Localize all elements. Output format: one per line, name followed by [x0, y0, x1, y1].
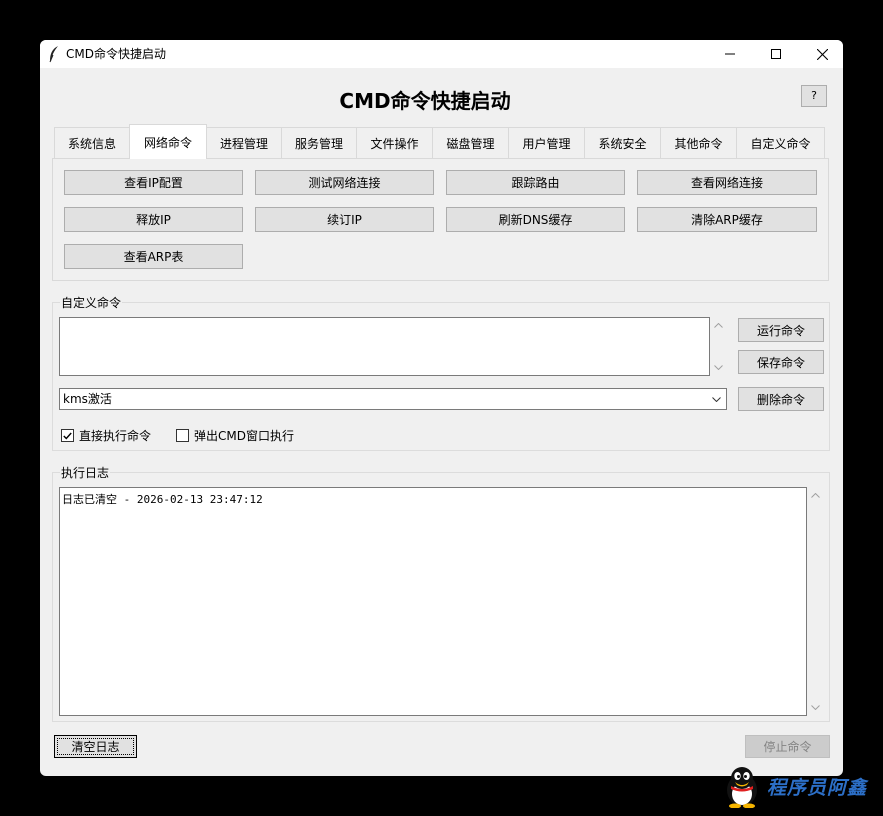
tab-process[interactable]: 进程管理: [206, 127, 282, 158]
renew-ip-button[interactable]: 续订IP: [255, 207, 434, 232]
tab-service[interactable]: 服务管理: [281, 127, 357, 158]
clear-arp-button[interactable]: 清除ARP缓存: [637, 207, 817, 232]
feather-icon: [49, 46, 58, 63]
scroll-down-icon[interactable]: [710, 359, 727, 376]
stop-command-button: 停止命令: [745, 735, 830, 758]
close-button[interactable]: [799, 40, 843, 68]
tab-disk[interactable]: 磁盘管理: [432, 127, 509, 158]
minimize-icon: [725, 53, 735, 55]
scroll-down-icon[interactable]: [807, 699, 824, 716]
watermark-text: 程序员阿鑫: [767, 777, 868, 799]
check-icon: [63, 432, 72, 440]
trace-route-button[interactable]: 跟踪路由: [446, 170, 625, 195]
popup-cmd-checkbox[interactable]: [176, 429, 189, 442]
log-scrollbar[interactable]: [807, 487, 824, 716]
network-tab-panel: 查看IP配置 测试网络连接 跟踪路由 查看网络连接 释放IP 续订IP 刷新DN…: [52, 158, 829, 281]
tab-other[interactable]: 其他命令: [660, 127, 737, 158]
custom-command-textarea[interactable]: [59, 317, 710, 376]
tab-system-info[interactable]: 系统信息: [54, 127, 130, 158]
run-command-button[interactable]: 运行命令: [738, 318, 824, 342]
scroll-up-icon[interactable]: [710, 317, 727, 334]
log-line: 日志已清空 - 2026-02-13 23:47:12: [62, 493, 263, 506]
chevron-down-icon[interactable]: [709, 389, 723, 409]
view-arp-button[interactable]: 查看ARP表: [64, 244, 243, 269]
maximize-button[interactable]: [753, 40, 799, 68]
log-group-label: 执行日志: [60, 464, 111, 481]
window-title: CMD命令快捷启动: [66, 47, 166, 61]
view-ip-config-button[interactable]: 查看IP配置: [64, 170, 243, 195]
watermark: 程序员阿鑫: [722, 764, 882, 808]
help-button[interactable]: ?: [801, 85, 827, 107]
release-ip-button[interactable]: 释放IP: [64, 207, 243, 232]
clear-log-button[interactable]: 清空日志: [54, 735, 137, 758]
custom-command-group-label: 自定义命令: [60, 294, 123, 311]
save-command-button[interactable]: 保存命令: [738, 350, 824, 374]
delete-command-button[interactable]: 删除命令: [738, 387, 824, 411]
view-connections-button[interactable]: 查看网络连接: [637, 170, 817, 195]
command-select-value: kms激活: [63, 392, 112, 406]
tab-user[interactable]: 用户管理: [508, 127, 585, 158]
title-bar: CMD命令快捷启动: [40, 40, 843, 68]
test-network-button[interactable]: 测试网络连接: [255, 170, 434, 195]
penguin-icon: [727, 767, 757, 808]
close-icon: [816, 48, 828, 60]
direct-exec-label: 直接执行命令: [79, 429, 152, 443]
minimize-button[interactable]: [707, 40, 753, 68]
app-window: CMD命令快捷启动 CMD命令快捷启动 ? 系统信息 网络命令 进程管理 服务管…: [40, 40, 843, 776]
tab-network[interactable]: 网络命令: [129, 124, 207, 159]
direct-exec-option[interactable]: 直接执行命令: [61, 427, 151, 444]
tab-custom[interactable]: 自定义命令: [736, 127, 825, 158]
popup-cmd-label: 弹出CMD窗口执行: [194, 429, 294, 443]
scroll-up-icon[interactable]: [807, 487, 824, 504]
tab-security[interactable]: 系统安全: [584, 127, 661, 158]
command-select[interactable]: kms激活: [59, 388, 727, 410]
page-title: CMD命令快捷启动: [339, 89, 511, 113]
flush-dns-button[interactable]: 刷新DNS缓存: [446, 207, 625, 232]
log-output[interactable]: 日志已清空 - 2026-02-13 23:47:12: [59, 487, 807, 716]
direct-exec-checkbox[interactable]: [61, 429, 74, 442]
popup-cmd-option[interactable]: 弹出CMD窗口执行: [176, 427, 294, 444]
tab-file[interactable]: 文件操作: [356, 127, 433, 158]
maximize-icon: [771, 49, 781, 59]
command-scrollbar[interactable]: [710, 317, 727, 376]
